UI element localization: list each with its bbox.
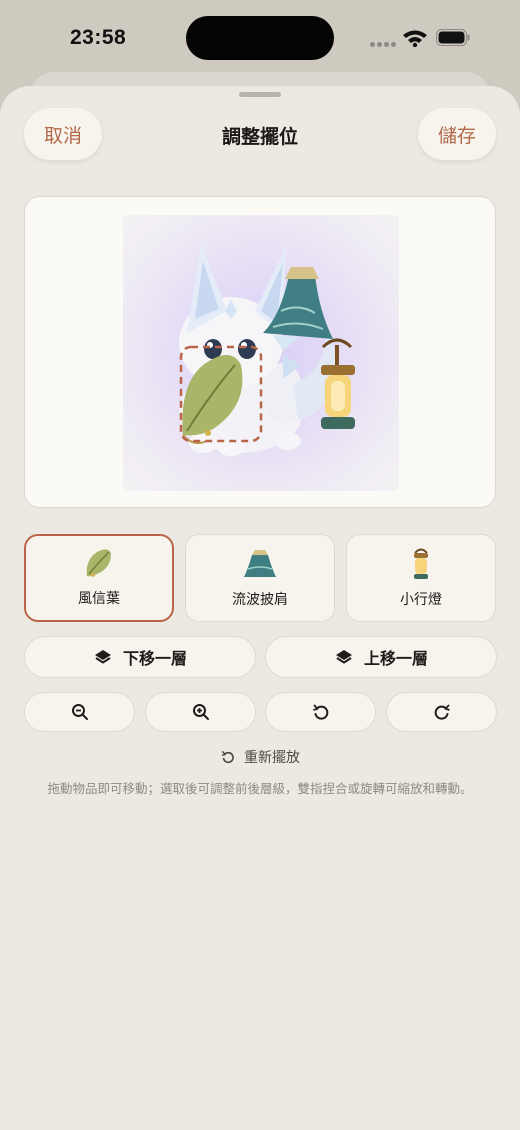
rotate-right-icon (434, 704, 450, 720)
layers-up-icon (335, 650, 352, 664)
rotate-left-icon (312, 704, 328, 720)
creature-artwork (179, 243, 355, 456)
composition-canvas (24, 196, 496, 508)
move-layer-up-label: 上移一層 (363, 649, 428, 668)
hint-text: 拖動物品即可移動；選取後可調整前後層級，雙指捏合或旋轉可縮放和轉動。 (47, 781, 473, 796)
reset-label: 重新擺放 (244, 750, 300, 766)
zoom-out-icon (71, 704, 88, 720)
adjust-position-sheet: 取消 調整擺位 儲存 風信葉 流波披肩 小行燈 下移一層 上移一層 重新擺放 拖… (0, 86, 520, 1130)
cape-icon (244, 550, 276, 577)
dynamic-island (186, 16, 334, 60)
leaf-icon (86, 549, 111, 577)
item-label: 流波披肩 (232, 592, 288, 608)
item-label: 小行燈 (400, 592, 442, 608)
cellular-signal-icon (370, 42, 398, 48)
sheet-grabber[interactable] (239, 92, 281, 97)
save-button[interactable]: 儲存 (418, 108, 496, 160)
zoom-in-button[interactable] (145, 692, 256, 732)
status-time: 23:58 (70, 26, 127, 49)
wifi-icon (403, 30, 427, 47)
zoom-in-icon (192, 704, 209, 720)
rotate-left-button[interactable] (265, 692, 376, 732)
move-layer-down-button[interactable]: 下移一層 (24, 636, 256, 678)
reset-position-button[interactable]: 重新擺放 (0, 746, 520, 768)
item-card-lantern[interactable]: 小行燈 (346, 534, 496, 622)
move-layer-down-label: 下移一層 (122, 649, 187, 668)
move-layer-up-button[interactable]: 上移一層 (265, 636, 497, 678)
lantern-icon (414, 548, 428, 579)
battery-icon (436, 29, 470, 46)
status-bar: 23:58 (0, 0, 520, 70)
item-card-leaf[interactable]: 風信葉 (24, 534, 174, 622)
item-label: 風信葉 (78, 591, 120, 607)
layers-down-icon (94, 650, 111, 664)
artboard[interactable] (123, 215, 399, 491)
item-card-cape[interactable]: 流波披肩 (185, 534, 335, 622)
rotate-right-button[interactable] (386, 692, 497, 732)
reset-icon (221, 750, 234, 764)
zoom-out-button[interactable] (24, 692, 135, 732)
